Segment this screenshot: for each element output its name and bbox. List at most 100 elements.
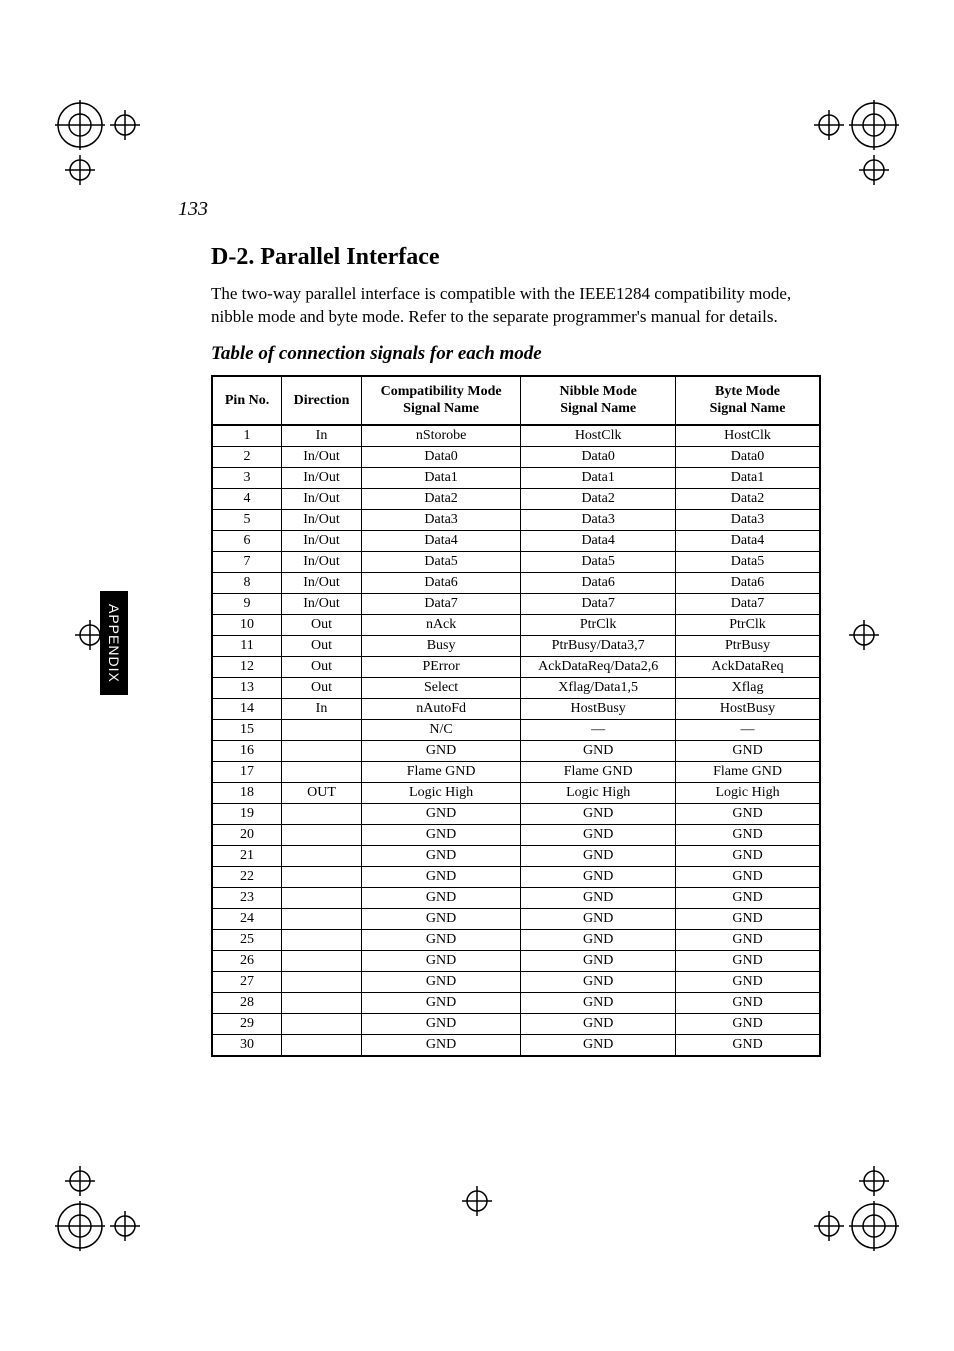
cell-byte: Data2	[676, 488, 820, 509]
table-row: 25GNDGNDGND	[212, 929, 820, 950]
cell-compat: PError	[361, 656, 520, 677]
cell-pin: 27	[212, 971, 282, 992]
cell-nibble: AckDataReq/Data2,6	[521, 656, 676, 677]
cell-dir: In/Out	[282, 509, 362, 530]
cell-compat: GND	[361, 740, 520, 761]
cell-nibble: GND	[521, 1013, 676, 1034]
page-number: 133	[178, 198, 208, 221]
cell-nibble: Data7	[521, 593, 676, 614]
cell-nibble: Data0	[521, 446, 676, 467]
cell-dir	[282, 824, 362, 845]
cell-nibble: PtrBusy/Data3,7	[521, 635, 676, 656]
cell-pin: 14	[212, 698, 282, 719]
cell-nibble: Logic High	[521, 782, 676, 803]
cell-dir	[282, 803, 362, 824]
cell-pin: 1	[212, 425, 282, 447]
cell-byte: PtrBusy	[676, 635, 820, 656]
crop-mark-icon	[55, 1161, 145, 1251]
cell-byte: GND	[676, 1013, 820, 1034]
cell-pin: 20	[212, 824, 282, 845]
cell-pin: 28	[212, 992, 282, 1013]
crop-mark-icon	[809, 100, 899, 190]
cell-nibble: Data3	[521, 509, 676, 530]
registration-mark-icon	[462, 1186, 492, 1221]
cell-byte: Data4	[676, 530, 820, 551]
cell-nibble: Data6	[521, 572, 676, 593]
cell-dir	[282, 845, 362, 866]
cell-dir: In/Out	[282, 446, 362, 467]
cell-nibble: GND	[521, 908, 676, 929]
cell-compat: Data2	[361, 488, 520, 509]
table-caption: Table of connection signals for each mod…	[211, 343, 821, 365]
cell-byte: GND	[676, 803, 820, 824]
cell-nibble: Data4	[521, 530, 676, 551]
table-row: 29GNDGNDGND	[212, 1013, 820, 1034]
cell-dir: OUT	[282, 782, 362, 803]
cell-dir: In/Out	[282, 572, 362, 593]
cell-byte: Flame GND	[676, 761, 820, 782]
cell-byte: GND	[676, 950, 820, 971]
cell-pin: 30	[212, 1034, 282, 1056]
table-row: 15N/C——	[212, 719, 820, 740]
cell-byte: Data5	[676, 551, 820, 572]
cell-pin: 6	[212, 530, 282, 551]
cell-compat: GND	[361, 866, 520, 887]
cell-pin: 26	[212, 950, 282, 971]
cell-pin: 10	[212, 614, 282, 635]
table-row: 27GNDGNDGND	[212, 971, 820, 992]
table-row: 8In/OutData6Data6Data6	[212, 572, 820, 593]
cell-nibble: Data1	[521, 467, 676, 488]
cell-nibble: GND	[521, 845, 676, 866]
cell-compat: GND	[361, 971, 520, 992]
cell-dir: In/Out	[282, 530, 362, 551]
table-row: 17Flame GNDFlame GNDFlame GND	[212, 761, 820, 782]
cell-pin: 8	[212, 572, 282, 593]
cell-dir	[282, 887, 362, 908]
table-header-row: Pin No. Direction Compatibility Mode Sig…	[212, 376, 820, 425]
cell-dir: In/Out	[282, 488, 362, 509]
cell-nibble: Flame GND	[521, 761, 676, 782]
table-row: 4In/OutData2Data2Data2	[212, 488, 820, 509]
cell-pin: 18	[212, 782, 282, 803]
table-row: 12OutPErrorAckDataReq/Data2,6AckDataReq	[212, 656, 820, 677]
cell-pin: 7	[212, 551, 282, 572]
cell-dir	[282, 1013, 362, 1034]
cell-byte: GND	[676, 1034, 820, 1056]
cell-pin: 29	[212, 1013, 282, 1034]
appendix-tab: APPENDIX	[100, 591, 128, 695]
col-header-compat: Compatibility Mode Signal Name	[361, 376, 520, 425]
cell-nibble: GND	[521, 866, 676, 887]
cell-dir	[282, 992, 362, 1013]
registration-mark-icon	[849, 620, 879, 655]
cell-compat: GND	[361, 1034, 520, 1056]
cell-dir	[282, 761, 362, 782]
cell-nibble: GND	[521, 740, 676, 761]
table-row: 10OutnAckPtrClkPtrClk	[212, 614, 820, 635]
cell-nibble: GND	[521, 950, 676, 971]
cell-compat: N/C	[361, 719, 520, 740]
cell-byte: GND	[676, 887, 820, 908]
cell-byte: HostClk	[676, 425, 820, 447]
cell-compat: GND	[361, 887, 520, 908]
cell-dir	[282, 740, 362, 761]
cell-compat: nStorobe	[361, 425, 520, 447]
cell-pin: 17	[212, 761, 282, 782]
cell-compat: GND	[361, 1013, 520, 1034]
cell-dir: In	[282, 425, 362, 447]
col-header-byte: Byte Mode Signal Name	[676, 376, 820, 425]
table-row: 18OUTLogic HighLogic HighLogic High	[212, 782, 820, 803]
table-row: 26GNDGNDGND	[212, 950, 820, 971]
table-row: 11OutBusyPtrBusy/Data3,7PtrBusy	[212, 635, 820, 656]
cell-dir: Out	[282, 677, 362, 698]
cell-dir: Out	[282, 635, 362, 656]
signals-table: Pin No. Direction Compatibility Mode Sig…	[211, 375, 821, 1057]
cell-byte: Data1	[676, 467, 820, 488]
table-row: 24GNDGNDGND	[212, 908, 820, 929]
cell-dir: In/Out	[282, 551, 362, 572]
table-row: 7In/OutData5Data5Data5	[212, 551, 820, 572]
cell-pin: 12	[212, 656, 282, 677]
cell-compat: GND	[361, 845, 520, 866]
cell-compat: GND	[361, 908, 520, 929]
cell-nibble: GND	[521, 824, 676, 845]
cell-compat: GND	[361, 992, 520, 1013]
